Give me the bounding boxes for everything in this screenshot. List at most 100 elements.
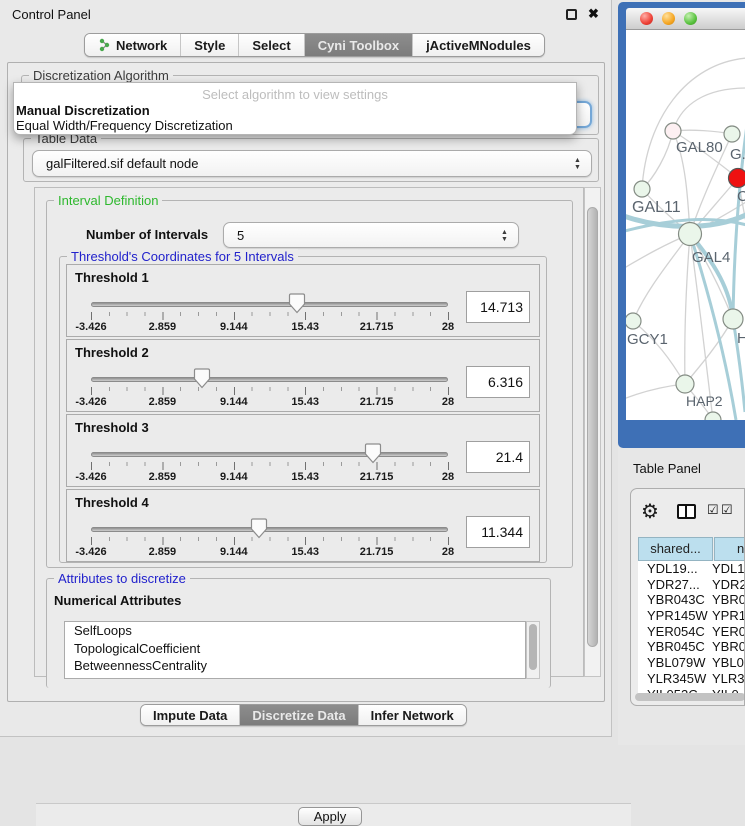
scrollbar-thumb[interactable] [587,207,598,647]
network-icon [98,38,111,52]
table-row[interactable]: YER054CYER0 [638,624,745,640]
tick-label: -3.426 [75,396,106,408]
tab-network[interactable]: Network [85,34,181,56]
scrollbar-thumb[interactable] [529,624,537,670]
tick-label: 2.859 [149,546,177,558]
threshold-value-field[interactable]: 11.344 [466,516,530,548]
tick-label: 15.43 [291,546,319,558]
slider-major-ticks [91,312,450,320]
slider-track[interactable] [91,377,448,382]
tab-jactivemnodules[interactable]: jActiveMNodules [413,34,544,56]
attribute-list-item[interactable]: BetweennessCentrality [65,657,525,675]
stepper-arrows-icon[interactable]: ▲▼ [573,154,582,173]
bottom-tab-bar: Impute Data Discretize Data Infer Networ… [140,704,467,726]
tick-label: 15.43 [291,471,319,483]
gear-icon[interactable]: ⚙ [641,499,659,524]
table-header-row: shared... n [638,537,745,561]
tab-discretize-data[interactable]: Discretize Data [240,705,358,725]
table-panel: ⚙ ☑ ☑ shared... n YDL19...YDL1YDR27...YD… [630,488,745,706]
tab-select[interactable]: Select [239,34,304,56]
slider-track[interactable] [91,302,448,307]
tick-label: 15.43 [291,321,319,333]
main-scrollbar[interactable] [584,187,601,677]
close-icon[interactable]: ✖ [588,6,599,22]
table-data-group: Table Data galFiltered.sif default node … [23,138,599,182]
tab-style[interactable]: Style [181,34,239,56]
control-panel-window: Control Panel ✖ Network Style Select Cyn… [0,0,612,737]
tick-label: 2.859 [149,396,177,408]
tick-label: 28 [442,396,454,408]
tick-label: 15.43 [291,396,319,408]
slider-track[interactable] [91,452,448,457]
tick-label: -3.426 [75,546,106,558]
checkbox-icon[interactable]: ☑ [707,502,719,518]
table-row[interactable]: YLR345WYLR3 [638,671,745,687]
interval-definition-group: Interval Definition Number of Intervals … [46,200,573,568]
float-window-icon[interactable] [566,9,577,20]
group-title: Discretization Algorithm [29,68,173,83]
tab-impute-data[interactable]: Impute Data [141,705,240,725]
dropdown-option-equal-width[interactable]: Equal Width/Frequency Discretization [16,118,233,133]
threshold-label: Threshold 3 [75,420,149,435]
table-row[interactable]: YBL079WYBL0 [638,655,745,671]
tick-label: 28 [442,471,454,483]
group-title: Attributes to discretize [54,571,190,586]
table-row[interactable]: YDR27...YDR2 [638,577,745,593]
threshold-panel: Threshold 3 -3.426 2.859 9.144 15.43 21.… [66,414,540,487]
list-scrollbar[interactable] [526,621,540,679]
slider-handle[interactable] [288,293,306,314]
table-row[interactable]: YBR043CYBR0 [638,592,745,608]
network-window-titlebar [626,8,745,30]
slider-track[interactable] [91,527,448,532]
tick-label: 2.859 [149,471,177,483]
node-label-partial-g: G. [730,146,745,163]
tick-label: 9.144 [220,471,248,483]
split-columns-icon[interactable] [677,504,696,519]
node-label-partial-c: C [737,188,745,205]
threshold-value-field[interactable]: 21.4 [466,441,530,473]
tab-label: Cyni Toolbox [318,38,399,53]
table-toolbar: ⚙ ☑ ☑ [631,489,744,535]
table-data-combobox[interactable]: galFiltered.sif default node ▲▼ [32,150,592,177]
column-header-name[interactable]: n [714,537,745,561]
stepper-arrows-icon[interactable]: ▲▼ [500,226,509,245]
dropdown-hint: Select algorithm to view settings [14,87,576,102]
slider-handle[interactable] [364,443,382,464]
tab-infer-network[interactable]: Infer Network [359,705,466,725]
checkbox-icon[interactable]: ☑ [721,502,733,518]
threshold-value-field[interactable]: 14.713 [466,291,530,323]
zoom-traffic-light-icon[interactable] [684,12,697,25]
table-row[interactable]: YPR145WYPR1 [638,608,745,624]
network-canvas[interactable]: GAL80 G. C GAL11 GAL4 GCY1 H HAP2 [626,30,745,420]
minimize-traffic-light-icon[interactable] [662,12,675,25]
node-label-gal4: GAL4 [692,249,730,266]
node-label-gal11: GAL11 [632,199,681,217]
tick-label: -3.426 [75,321,106,333]
tab-cyni-toolbox[interactable]: Cyni Toolbox [305,34,413,56]
threshold-value-field[interactable]: 6.316 [466,366,530,398]
horizontal-scrollbar[interactable] [635,693,745,701]
num-intervals-combobox[interactable]: 5 ▲▼ [223,222,519,248]
column-header-shared[interactable]: shared... [638,537,713,561]
table-panel-title: Table Panel [633,461,701,476]
attribute-list-item[interactable]: TopologicalCoefficient [65,640,525,658]
dropdown-option-manual[interactable]: Manual Discretization [16,103,150,118]
threshold-panel: Threshold 2 -3.426 2.859 9.144 15.43 21.… [66,339,540,412]
attribute-list-item[interactable]: SelfLoops [65,622,525,640]
thresholds-stack: Threshold 1 -3.426 2.859 9.144 15.43 21.… [60,264,540,564]
close-traffic-light-icon[interactable] [640,12,653,25]
node-label-gcy1: GCY1 [627,331,668,348]
tick-label: 9.144 [220,321,248,333]
tab-label: Style [194,38,225,53]
tab-label: Discretize Data [252,708,345,723]
table-row[interactable]: YBR045CYBR0 [638,639,745,655]
network-view-window: GAL80 G. C GAL11 GAL4 GCY1 H HAP2 [618,2,745,448]
table-row[interactable]: YDL19...YDL1 [638,561,745,577]
control-panel-titlebar: Control Panel ✖ [0,0,611,28]
slider-handle[interactable] [193,368,211,389]
numerical-attributes-label: Numerical Attributes [54,593,181,608]
apply-button[interactable]: Apply [298,807,362,826]
threshold-label: Threshold 2 [75,345,149,360]
slider-handle[interactable] [250,518,268,539]
slider-major-ticks [91,462,450,470]
